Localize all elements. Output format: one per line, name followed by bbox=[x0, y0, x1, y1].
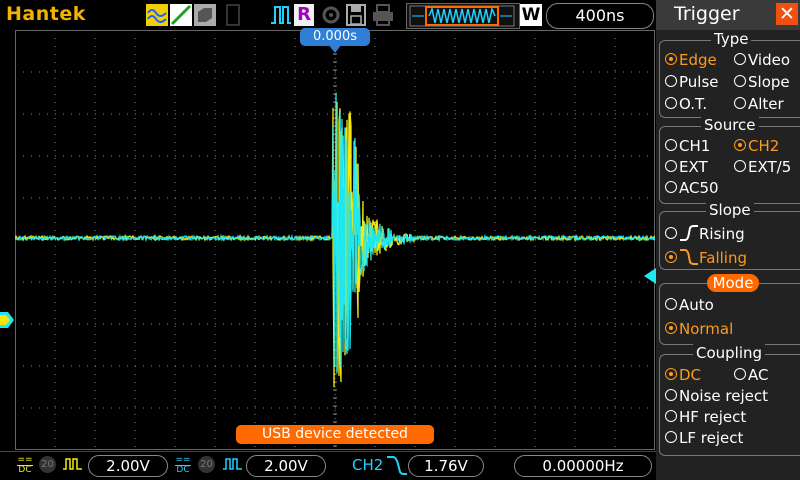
source-option-ext[interactable]: EXT bbox=[665, 158, 708, 176]
ch1-probe-icon[interactable]: 20 bbox=[39, 456, 56, 473]
source-option-ac50[interactable]: AC50 bbox=[665, 179, 719, 197]
type-heading: Type bbox=[711, 30, 752, 48]
mode-heading: Mode bbox=[707, 274, 759, 292]
radio-icon bbox=[665, 298, 677, 310]
gear-icon[interactable] bbox=[320, 4, 342, 26]
waveform-button[interactable]: W bbox=[520, 4, 542, 26]
mode-option-auto[interactable]: Auto bbox=[665, 296, 714, 314]
slope-option-falling[interactable]: Falling bbox=[665, 248, 747, 267]
radio-icon bbox=[665, 227, 677, 239]
close-button[interactable]: ✕ bbox=[776, 3, 798, 25]
type-option-slope[interactable]: Slope bbox=[734, 73, 790, 91]
channel-display-icons[interactable] bbox=[146, 4, 218, 26]
slope-option-rising[interactable]: Rising bbox=[665, 224, 745, 243]
radio-icon bbox=[665, 389, 677, 401]
coupling-heading: Coupling bbox=[693, 344, 766, 362]
pulse-trigger-icon[interactable] bbox=[270, 5, 292, 25]
frequency-readout: 0.00000Hz bbox=[514, 455, 652, 477]
channel-marker-icon[interactable] bbox=[0, 312, 14, 328]
radio-icon bbox=[734, 139, 746, 151]
radio-icon bbox=[734, 53, 746, 65]
radio-icon bbox=[665, 431, 677, 443]
radio-icon bbox=[665, 53, 677, 65]
type-option-ot[interactable]: O.T. bbox=[665, 95, 707, 113]
falling-edge-icon bbox=[680, 249, 698, 265]
divider bbox=[0, 451, 656, 452]
source-option-ch1[interactable]: CH1 bbox=[665, 137, 710, 155]
ch1-coupling-icon[interactable]: == DC bbox=[17, 456, 33, 475]
timebase-readout[interactable]: 400ns bbox=[546, 3, 654, 29]
ch2-probe-icon[interactable]: 20 bbox=[198, 456, 215, 473]
type-option-edge[interactable]: Edge bbox=[665, 51, 717, 69]
source-option-ch2[interactable]: CH2 bbox=[734, 137, 779, 155]
ch2-bandwidth-icon[interactable] bbox=[222, 456, 244, 472]
radio-icon bbox=[665, 181, 677, 193]
run-mode-icon[interactable]: R bbox=[294, 4, 314, 26]
type-option-video[interactable]: Video bbox=[734, 51, 790, 69]
radio-icon bbox=[734, 97, 746, 109]
memory-waveform-icon bbox=[409, 5, 515, 27]
coupling-option-noise-reject[interactable]: Noise reject bbox=[665, 387, 768, 405]
source-option-ext5[interactable]: EXT/5 bbox=[734, 158, 791, 176]
radio-icon bbox=[665, 251, 677, 263]
type-option-pulse[interactable]: Pulse bbox=[665, 73, 719, 91]
scope-grid bbox=[15, 30, 655, 450]
radio-icon bbox=[665, 368, 677, 380]
coupling-option-lf-reject[interactable]: LF reject bbox=[665, 429, 743, 447]
radio-icon bbox=[665, 139, 677, 151]
save-icon[interactable] bbox=[346, 4, 366, 26]
trigger-source-label: CH2 bbox=[352, 456, 384, 474]
radio-icon bbox=[734, 368, 746, 380]
radio-icon bbox=[734, 75, 746, 87]
coupling-option-hf-reject[interactable]: HF reject bbox=[665, 408, 746, 426]
falling-edge-icon[interactable] bbox=[386, 454, 408, 476]
radio-icon bbox=[665, 75, 677, 87]
ch2-volts-readout[interactable]: 2.00V bbox=[246, 455, 326, 477]
scroll-icon bbox=[226, 4, 240, 26]
trigger-level-marker-icon[interactable] bbox=[642, 268, 656, 284]
print-icon[interactable] bbox=[372, 4, 394, 26]
rising-edge-icon bbox=[680, 225, 698, 241]
waveform-memory-bar[interactable] bbox=[406, 3, 520, 29]
radio-icon bbox=[665, 322, 677, 334]
panel-title: Trigger bbox=[674, 3, 740, 25]
trigger-level-readout[interactable]: 1.76V bbox=[408, 455, 484, 477]
slope-heading: Slope bbox=[706, 201, 754, 219]
ch1-bandwidth-icon[interactable] bbox=[62, 456, 84, 472]
waveform-display[interactable] bbox=[15, 30, 655, 450]
type-option-alter[interactable]: Alter bbox=[734, 95, 784, 113]
coupling-option-dc[interactable]: DC bbox=[665, 366, 701, 384]
radio-icon bbox=[665, 97, 677, 109]
radio-icon bbox=[665, 410, 677, 422]
radio-icon bbox=[665, 160, 677, 172]
trigger-position-marker-icon bbox=[328, 44, 342, 53]
coupling-option-ac[interactable]: AC bbox=[734, 366, 768, 384]
usb-notification: USB device detected bbox=[236, 425, 434, 444]
ch2-coupling-icon[interactable]: == DC bbox=[175, 456, 191, 475]
ch1-volts-readout[interactable]: 2.00V bbox=[88, 455, 168, 477]
mode-option-normal[interactable]: Normal bbox=[665, 320, 733, 338]
brand-logo: Hantek bbox=[6, 3, 86, 25]
radio-icon bbox=[734, 160, 746, 172]
source-heading: Source bbox=[701, 116, 759, 134]
